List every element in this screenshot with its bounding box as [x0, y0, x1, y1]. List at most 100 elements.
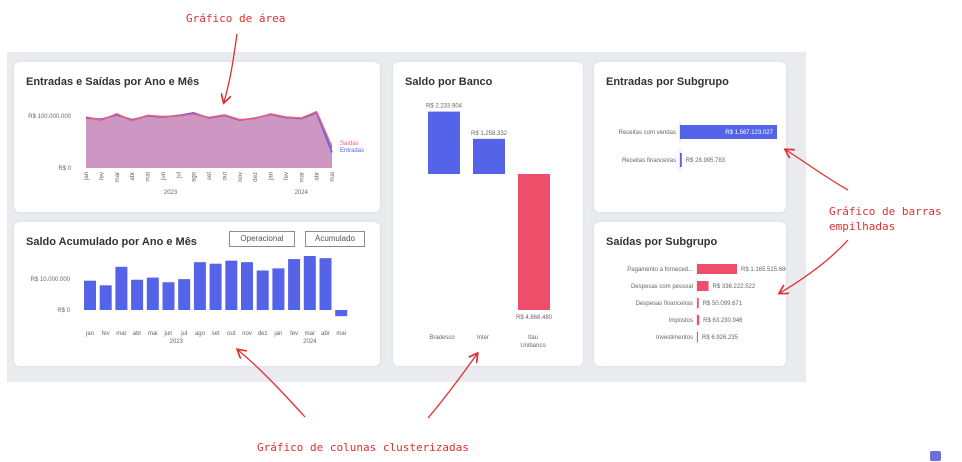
year-label: 2024	[295, 190, 309, 196]
y-tick-label: R$ 0	[58, 166, 71, 172]
column-bar	[209, 263, 222, 310]
data-label: R$ 63.230.946	[703, 318, 743, 324]
card-saldo-acumulado[interactable]: Saldo Acumulado por Ano e Mês Operaciona…	[14, 222, 380, 366]
entradas-bar-chart[interactable]: Receitas com vendas R$ 1.567.123.027 Recei…	[594, 62, 786, 212]
category-label: Receitas com vendas	[619, 130, 676, 136]
card-entradas-saidas[interactable]: Entradas e Saídas por Ano e Mês R$ 100.0…	[14, 62, 380, 212]
x-tick-label: mar	[115, 172, 121, 182]
column-bar	[319, 258, 332, 310]
area-chart[interactable]: R$ 100.000.000 R$ 0 SaídasEntradas jan fev ma…	[14, 62, 380, 212]
column-bar	[225, 260, 238, 310]
data-label: R$ 50.099.671	[703, 301, 743, 307]
data-label: R$ 336.222.522	[713, 284, 756, 290]
x-tick-label: nov	[238, 172, 244, 182]
annotation-area-chart: Gráfico de área	[186, 12, 286, 25]
card-saidas-subgrupo[interactable]: Saídas por Subgrupo Pagamento a forneced…	[594, 222, 786, 366]
column-chart[interactable]: R$ 10.000.000R$ 0jan fev mar abr mai jun jul ag…	[14, 222, 380, 366]
x-tick-label: dez	[258, 331, 268, 337]
x-tick-label: mar	[299, 172, 305, 182]
x-tick-label: mai	[146, 172, 152, 182]
category-label: Despesas financeiras	[636, 301, 693, 307]
column-bar	[162, 282, 175, 310]
subgroup-bar	[697, 264, 737, 274]
shield-check-icon	[930, 451, 941, 461]
category-label: Investimentos	[656, 335, 693, 341]
year-label: 2024	[303, 339, 317, 345]
column-bar	[84, 280, 96, 310]
x-tick-label: Unibanco	[520, 343, 546, 349]
column-bar	[272, 268, 285, 310]
column-bar	[131, 279, 144, 310]
category-label: Pagamento a forneced...	[627, 267, 693, 273]
column-bar	[178, 279, 191, 310]
x-tick-label: abr	[321, 331, 330, 337]
column-bar	[99, 285, 112, 310]
x-tick-label: out	[227, 331, 236, 337]
annotation-stacked-line1: Gráfico de barras	[829, 205, 942, 218]
column-bar	[335, 310, 348, 317]
data-label: R$ 6.926.235	[702, 335, 739, 341]
x-tick-label: mai	[148, 331, 158, 337]
bank-chart[interactable]: R$ 2.233.904 R$ 1.258.332 R$ 4.868.480 Brad…	[393, 62, 583, 366]
y-tick-label: R$ 10.000.000	[31, 277, 71, 283]
x-tick-label: set	[212, 331, 220, 337]
x-tick-label: jun	[163, 331, 172, 337]
y-tick-label: R$ 100.000.000	[28, 114, 71, 120]
data-label: R$ 4.868.480	[516, 315, 553, 321]
x-tick-label: ago	[192, 171, 198, 182]
x-tick-label: Inter	[477, 335, 489, 341]
x-tick-label: abr	[130, 172, 136, 181]
x-tick-label: dez	[253, 172, 259, 182]
x-tick-label: fev	[284, 172, 290, 180]
x-tick-label: jun	[161, 172, 167, 181]
x-tick-label: mar	[116, 331, 126, 337]
data-label: R$ 1.165.515.680	[741, 267, 786, 273]
x-tick-label: out	[222, 172, 228, 181]
x-tick-label: abr	[315, 172, 321, 181]
column-bar	[146, 277, 159, 310]
x-tick-label: fev	[290, 331, 298, 337]
y-tick-label: R$ 0	[57, 308, 70, 314]
x-tick-label: Itau	[528, 335, 538, 341]
data-label: R$ 1.258.332	[471, 131, 508, 137]
category-label: Despesas com pessoal	[631, 284, 693, 290]
saidas-bar-chart[interactable]: Pagamento a forneced... R$ 1.165.515.680 D…	[594, 222, 786, 366]
series-label-entradas: Entradas	[340, 148, 364, 154]
x-tick-label: jan	[84, 172, 90, 181]
x-tick-label: fev	[99, 172, 105, 180]
column-bar	[303, 256, 316, 310]
area-fill	[86, 111, 332, 168]
year-label: 2023	[164, 190, 178, 196]
subgroup-bar	[697, 332, 698, 342]
x-tick-label: set	[207, 172, 213, 180]
column-bar	[193, 262, 206, 310]
series-label-saidas: Saídas	[340, 141, 359, 147]
data-label: R$ 28.995.783	[686, 158, 726, 164]
x-tick-label: jul	[180, 331, 187, 337]
subgroup-bar	[697, 315, 700, 325]
x-tick-label: mar	[305, 331, 315, 337]
category-label: Impostos	[669, 318, 693, 324]
annotation-stacked-line2: empilhadas	[829, 220, 896, 233]
bank-bar	[428, 111, 460, 174]
x-tick-label: mai	[330, 172, 336, 182]
card-saldo-banco[interactable]: Saldo por Banco R$ 2.233.904 R$ 1.258.332…	[393, 62, 583, 366]
data-label: R$ 2.233.904	[426, 104, 463, 110]
data-label: R$ 1.567.123.027	[725, 130, 773, 136]
column-bar	[256, 270, 269, 310]
column-bar	[288, 259, 301, 310]
x-tick-label: mai	[336, 331, 346, 337]
year-label: 2023	[170, 339, 184, 345]
x-tick-label: jan	[269, 172, 275, 181]
column-bar	[115, 266, 128, 310]
bank-bar	[518, 174, 550, 310]
x-tick-label: jul	[176, 172, 182, 179]
x-tick-label: ago	[195, 331, 206, 337]
x-tick-label: nov	[242, 331, 252, 337]
card-entradas-subgrupo[interactable]: Entradas por Subgrupo Receitas com venda…	[594, 62, 786, 212]
x-tick-label: Bradesco	[429, 335, 455, 341]
x-tick-label: abr	[133, 331, 142, 337]
subgroup-bar	[697, 298, 699, 308]
subgroup-bar	[680, 153, 682, 167]
column-bar	[241, 262, 253, 310]
